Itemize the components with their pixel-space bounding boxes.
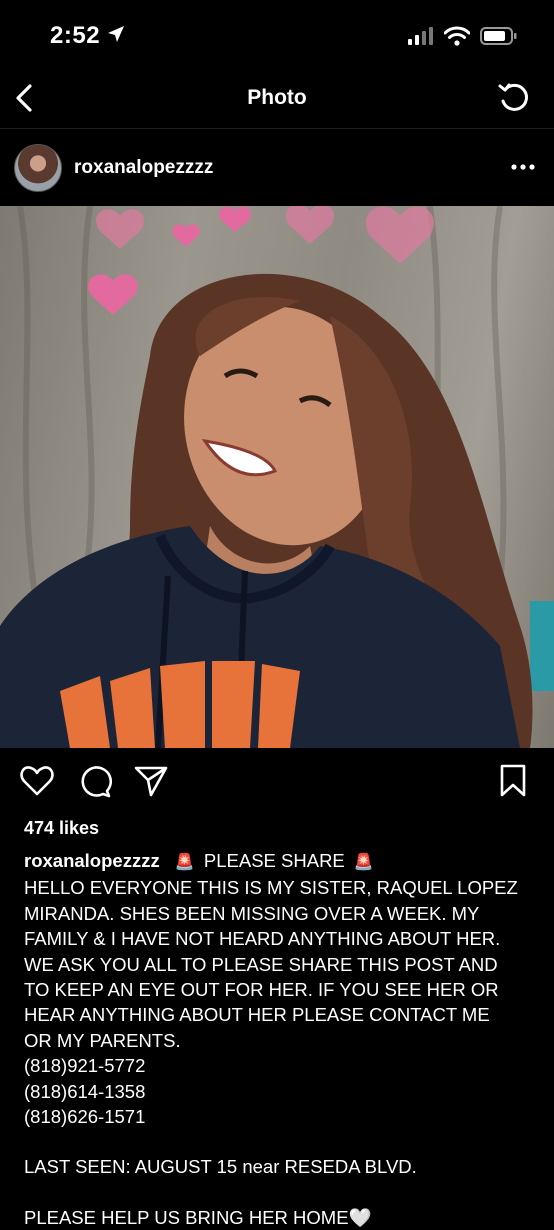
- share-icon: [134, 765, 168, 802]
- caption-last-seen: LAST SEEN: AUGUST 15 near RESEDA BLVD.: [24, 1156, 417, 1178]
- post-header: roxanalopezzzz: [0, 130, 554, 206]
- caption-first-line: roxanalopezzzz 🚨 PLEASE SHARE 🚨: [24, 848, 534, 875]
- status-icons: [408, 26, 518, 51]
- siren-icon: 🚨: [174, 854, 195, 871]
- caption-cut-line: PLEASE HELP US BRING HER HOME🤍: [24, 1206, 372, 1228]
- battery-icon: [480, 26, 518, 51]
- caption-headline: PLEASE SHARE: [203, 850, 345, 871]
- navigation-bar: Photo: [0, 72, 554, 129]
- caption-phone-number: (818)626-1571: [24, 1106, 146, 1128]
- location-arrow-icon: [106, 24, 126, 49]
- more-options-icon: [510, 158, 536, 176]
- siren-icon: 🚨: [353, 854, 374, 871]
- caption-line: TO KEEP AN EYE OUT FOR HER. IF YOU SEE H…: [24, 979, 499, 1001]
- wifi-icon: [443, 26, 471, 51]
- heart-icon: [20, 765, 54, 802]
- status-time: 2:52: [50, 22, 101, 49]
- post-actions: [0, 758, 554, 808]
- photo-illustration: [0, 206, 554, 748]
- caption-phone-number: (818)614-1358: [24, 1080, 146, 1102]
- caption-line: MIRANDA. SHES BEEN MISSING OVER A WEEK. …: [24, 902, 480, 924]
- bookmark-icon: [499, 764, 527, 803]
- more-options-button[interactable]: [508, 152, 538, 182]
- caption-line: WE ASK YOU ALL TO PLEASE SHARE THIS POST…: [24, 953, 498, 975]
- post-username[interactable]: roxanalopezzzz: [74, 157, 213, 179]
- share-button[interactable]: [132, 764, 170, 802]
- caption-line: OR MY PARENTS.: [24, 1029, 181, 1051]
- status-bar: 2:52: [0, 0, 554, 70]
- page-title: Photo: [247, 86, 307, 109]
- status-time-group: 2:52: [50, 22, 126, 50]
- avatar[interactable]: [14, 144, 62, 192]
- post-caption: roxanalopezzzz 🚨 PLEASE SHARE 🚨 HELLO EV…: [24, 848, 534, 1230]
- like-button[interactable]: [18, 764, 56, 802]
- cellular-signal-icon: [408, 27, 434, 50]
- post-photo[interactable]: [0, 206, 554, 748]
- caption-phone-number: (818)921-5772: [24, 1055, 146, 1077]
- caption-line: FAMILY & I HAVE NOT HEARD ANYTHING ABOUT…: [24, 928, 501, 950]
- caption-line: HEAR ANYTHING ABOUT HER PLEASE CONTACT M…: [24, 1004, 490, 1026]
- caption-line: HELLO EVERYONE THIS IS MY SISTER, RAQUEL…: [24, 877, 518, 899]
- likes-count[interactable]: 474 likes: [24, 818, 99, 839]
- refresh-icon: [497, 81, 531, 120]
- refresh-button[interactable]: [496, 82, 532, 118]
- bookmark-button[interactable]: [494, 764, 532, 802]
- comment-icon: [78, 764, 112, 803]
- comment-button[interactable]: [76, 764, 114, 802]
- caption-username[interactable]: roxanalopezzzz: [24, 850, 160, 871]
